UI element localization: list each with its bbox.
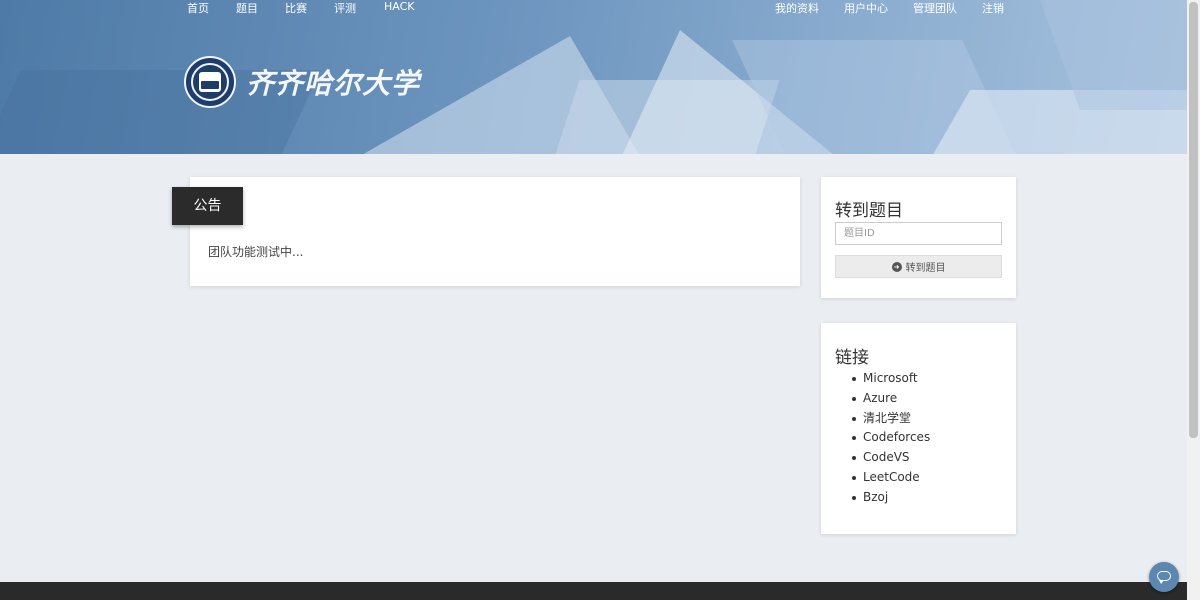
arrow-circle-right-icon: ➜ <box>891 261 902 272</box>
goto-problem-title: 转到题目 <box>835 201 903 221</box>
links-title: 链接 <box>835 348 869 368</box>
page-scrollbar[interactable] <box>1187 0 1200 600</box>
nav-user-center[interactable]: 用户中心 <box>844 0 888 16</box>
list-item: Codeforces <box>852 428 930 448</box>
nav-home[interactable]: 首页 <box>187 0 209 16</box>
nav-manage-team[interactable]: 管理团队 <box>913 0 957 16</box>
problem-id-input[interactable] <box>835 222 1002 245</box>
header-banner: 首页 题目 比赛 评测 HACK 我的资料 用户中心 管理团队 注销 齐齐哈尔大… <box>0 0 1200 154</box>
list-item: 清北学堂 <box>852 409 930 429</box>
goto-problem-button-label: 转到题目 <box>905 263 946 274</box>
list-item: Azure <box>852 389 930 409</box>
goto-problem-button[interactable]: ➜ 转到题目 <box>835 255 1002 278</box>
link-codeforces[interactable]: Codeforces <box>863 430 930 444</box>
university-name: 齐齐哈尔大学 <box>246 67 421 100</box>
list-item: Bzoj <box>852 488 930 508</box>
nav-hack[interactable]: HACK <box>384 0 415 13</box>
list-item: CodeVS <box>852 448 930 468</box>
list-item: Microsoft <box>852 369 930 389</box>
university-logo[interactable]: 齐齐哈尔大学 <box>184 56 419 110</box>
link-bzoj[interactable]: Bzoj <box>863 490 888 504</box>
links-list: Microsoft Azure 清北学堂 Codeforces CodeVS L… <box>852 369 930 508</box>
nav-judge[interactable]: 评测 <box>334 0 356 16</box>
nav-problems[interactable]: 题目 <box>236 0 258 16</box>
notice-card <box>190 177 800 286</box>
link-azure[interactable]: Azure <box>863 391 897 405</box>
link-microsoft[interactable]: Microsoft <box>863 371 918 385</box>
nav-my-profile[interactable]: 我的资料 <box>775 0 819 16</box>
scrollbar-thumb[interactable] <box>1189 2 1198 438</box>
footer <box>0 582 1200 600</box>
nav-contests[interactable]: 比赛 <box>285 0 307 16</box>
link-leetcode[interactable]: LeetCode <box>863 470 920 484</box>
nav-logout[interactable]: 注销 <box>982 0 1004 16</box>
chat-button[interactable] <box>1149 562 1179 592</box>
link-codevs[interactable]: CodeVS <box>863 450 910 464</box>
list-item: LeetCode <box>852 468 930 488</box>
notice-tag: 公告 <box>172 187 243 225</box>
link-qingbei[interactable]: 清北学堂 <box>863 411 911 425</box>
notice-content: 团队功能测试中... <box>208 245 304 259</box>
university-seal-icon <box>184 56 236 108</box>
